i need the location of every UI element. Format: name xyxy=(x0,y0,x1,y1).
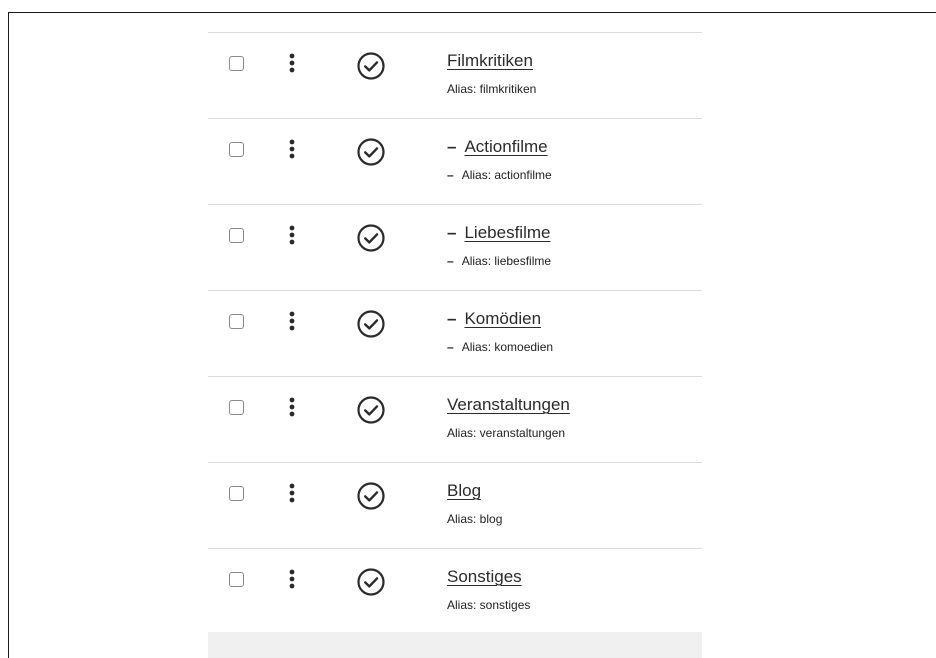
category-alias: Alias: filmkritiken xyxy=(447,82,536,96)
level-dash: – xyxy=(447,223,457,242)
alias-text: Alias: sonstiges xyxy=(447,598,531,612)
category-alias: Alias: veranstaltungen xyxy=(447,426,565,440)
check-circle-icon[interactable] xyxy=(356,567,386,597)
level-dash: – xyxy=(447,309,457,328)
table-row: – Liebesfilme – Alias: liebesfilme xyxy=(208,204,702,290)
category-link[interactable]: Liebesfilme xyxy=(464,223,550,242)
table-row: Sonstiges Alias: sonstiges xyxy=(208,548,702,633)
alias-text: Alias: veranstaltungen xyxy=(447,426,566,440)
more-vertical-icon[interactable] xyxy=(285,568,299,590)
row-checkbox[interactable] xyxy=(229,572,244,587)
category-title: Blog xyxy=(447,481,481,501)
alias-text: Alias: komoedien xyxy=(461,340,554,354)
more-vertical-icon[interactable] xyxy=(285,482,299,504)
category-title: – Liebesfilme xyxy=(447,223,550,243)
category-link[interactable]: Blog xyxy=(447,481,481,500)
alias-dash: – xyxy=(447,168,454,182)
category-link[interactable]: Veranstaltungen xyxy=(447,395,570,414)
check-circle-icon[interactable] xyxy=(356,309,386,339)
category-alias: Alias: blog xyxy=(447,512,502,526)
level-dash: – xyxy=(447,137,457,156)
category-link[interactable]: Actionfilme xyxy=(464,137,547,156)
check-circle-icon[interactable] xyxy=(356,395,386,425)
row-checkbox[interactable] xyxy=(229,486,244,501)
category-alias: Alias: sonstiges xyxy=(447,598,530,612)
table-row: – Actionfilme – Alias: actionfilme xyxy=(208,118,702,204)
table-row: Filmkritiken Alias: filmkritiken xyxy=(208,32,702,118)
category-link[interactable]: Filmkritiken xyxy=(447,51,533,70)
check-circle-icon[interactable] xyxy=(356,223,386,253)
more-vertical-icon[interactable] xyxy=(285,224,299,246)
category-link[interactable]: Komödien xyxy=(464,309,541,328)
category-title: Sonstiges xyxy=(447,567,522,587)
list-footer xyxy=(208,632,702,658)
alias-text: Alias: liebesfilme xyxy=(461,254,552,268)
category-title: – Komödien xyxy=(447,309,541,329)
row-checkbox[interactable] xyxy=(229,314,244,329)
row-checkbox[interactable] xyxy=(229,56,244,71)
check-circle-icon[interactable] xyxy=(356,481,386,511)
alias-text: Alias: blog xyxy=(447,512,503,526)
category-alias: – Alias: komoedien xyxy=(447,340,553,354)
table-row: Veranstaltungen Alias: veranstaltungen xyxy=(208,376,702,462)
category-title: Veranstaltungen xyxy=(447,395,570,415)
alias-text: Alias: actionfilme xyxy=(461,168,552,182)
check-circle-icon[interactable] xyxy=(356,51,386,81)
category-alias: – Alias: liebesfilme xyxy=(447,254,551,268)
more-vertical-icon[interactable] xyxy=(285,310,299,332)
row-checkbox[interactable] xyxy=(229,228,244,243)
category-title: – Actionfilme xyxy=(447,137,548,157)
category-title: Filmkritiken xyxy=(447,51,533,71)
more-vertical-icon[interactable] xyxy=(285,138,299,160)
category-link[interactable]: Sonstiges xyxy=(447,567,522,586)
category-alias: – Alias: actionfilme xyxy=(447,168,552,182)
more-vertical-icon[interactable] xyxy=(285,396,299,418)
category-list: Filmkritiken Alias: filmkritiken – Action… xyxy=(208,32,702,633)
table-row: Blog Alias: blog xyxy=(208,462,702,548)
check-circle-icon[interactable] xyxy=(356,137,386,167)
alias-text: Alias: filmkritiken xyxy=(447,82,537,96)
table-row: – Komödien – Alias: komoedien xyxy=(208,290,702,376)
alias-dash: – xyxy=(447,340,454,354)
more-vertical-icon[interactable] xyxy=(285,52,299,74)
row-checkbox[interactable] xyxy=(229,400,244,415)
row-checkbox[interactable] xyxy=(229,142,244,157)
alias-dash: – xyxy=(447,254,454,268)
